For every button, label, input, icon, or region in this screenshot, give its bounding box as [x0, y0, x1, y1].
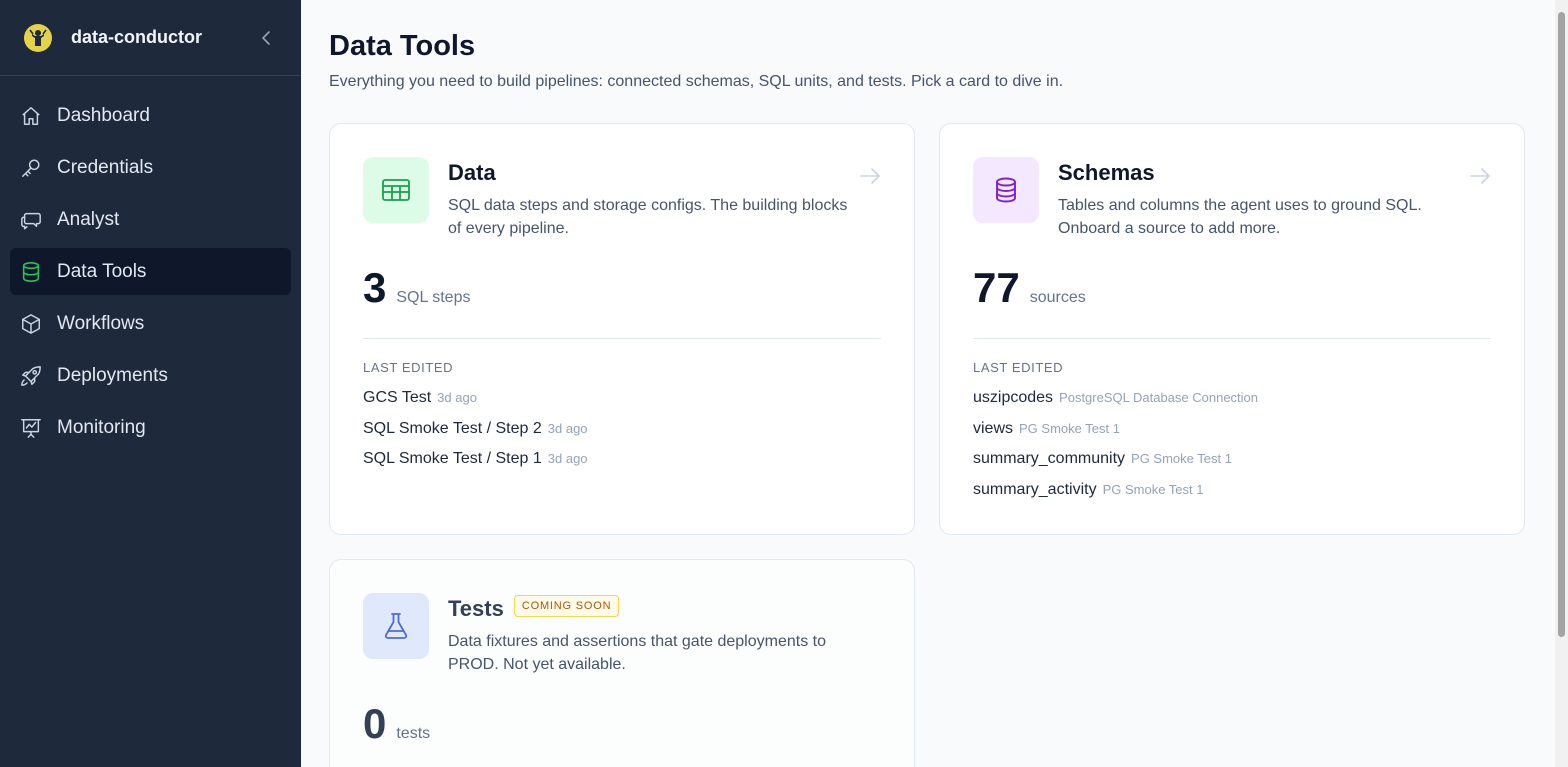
- sidebar-item-label: Deployments: [57, 364, 168, 386]
- recent-item-meta: PG Smoke Test 1: [1019, 420, 1120, 436]
- sidebar-item-data-tools[interactable]: Data Tools: [10, 248, 291, 295]
- card-description: SQL data steps and storage configs. The …: [448, 197, 848, 237]
- last-edited-label: LAST EDITED: [363, 360, 454, 375]
- sidebar-item-monitoring[interactable]: Monitoring: [10, 404, 291, 451]
- recent-item-meta: PG Smoke Test 1: [1131, 451, 1232, 466]
- database-icon: [973, 157, 1039, 223]
- vertical-scrollbar[interactable]: [1555, 0, 1568, 767]
- recent-item-name[interactable]: uszipcodes: [973, 389, 1053, 407]
- recent-item-name[interactable]: SQL Smoke Test / Step 1: [363, 450, 542, 468]
- open-schemas-button[interactable]: [1468, 164, 1492, 188]
- data-card[interactable]: Data SQL data steps and storage configs.…: [329, 123, 915, 535]
- sidebar: data-conductor Dashboard Credentials Ana…: [0, 0, 301, 767]
- stat: 0 tests: [363, 700, 430, 748]
- list-item[interactable]: GCS Test 3d ago: [363, 389, 588, 420]
- list-item[interactable]: SQL Smoke Test / Step 1 3d ago: [363, 450, 588, 481]
- card-title: Schemas: [1058, 160, 1155, 185]
- sidebar-item-dashboard[interactable]: Dashboard: [10, 92, 291, 139]
- arrow-right-icon: [860, 168, 880, 184]
- list-item[interactable]: summary_activity PG Smoke Test 1: [973, 481, 1258, 512]
- tests-title-row: Tests COMING SOON: [448, 595, 620, 622]
- app-name: data-conductor: [71, 27, 203, 47]
- recent-item-name[interactable]: views: [973, 420, 1013, 438]
- page-subtitle: Everything you need to build pipelines: …: [329, 73, 1064, 90]
- sidebar-nav: Dashboard Credentials Analyst Data Tools…: [0, 76, 301, 451]
- sidebar-item-label: Credentials: [57, 156, 154, 178]
- flask-icon: [363, 593, 429, 659]
- list-item[interactable]: SQL Smoke Test / Step 2 3d ago: [363, 420, 588, 451]
- divider: [973, 338, 1491, 339]
- scrollbar-thumb[interactable]: [1558, 12, 1565, 637]
- card-description: Data fixtures and assertions that gate d…: [448, 633, 826, 673]
- app-logo-icon[interactable]: [24, 23, 52, 52]
- recent-item-meta: PG Smoke Test 1: [1102, 481, 1204, 497]
- stat: 77 sources: [973, 264, 1086, 312]
- chart-board-icon: [19, 416, 43, 440]
- brand-header: data-conductor: [0, 0, 301, 76]
- list-item[interactable]: summary_community PG Smoke Test 1: [973, 450, 1258, 481]
- sidebar-item-label: Dashboard: [57, 104, 150, 126]
- page-title: Data Tools: [329, 30, 476, 62]
- stat-unit: tests: [396, 725, 431, 742]
- chevron-left-icon: [262, 31, 270, 45]
- rocket-icon: [19, 364, 43, 388]
- recent-list: uszipcodes PostgreSQL Database Connectio…: [973, 389, 1258, 511]
- sidebar-item-deployments[interactable]: Deployments: [10, 352, 291, 399]
- card-description: Tables and columns the agent uses to gro…: [1058, 197, 1422, 237]
- stat-count: 77: [973, 264, 1020, 311]
- recent-item-meta: 3d ago: [547, 451, 588, 466]
- arrow-right-icon: [1470, 168, 1490, 184]
- recent-item-meta: 3d ago: [437, 390, 477, 405]
- sidebar-item-label: Data Tools: [57, 260, 147, 282]
- table-icon: [363, 157, 429, 223]
- list-item[interactable]: views PG Smoke Test 1: [973, 420, 1258, 451]
- sidebar-item-credentials[interactable]: Credentials: [10, 144, 291, 191]
- tests-card: Tests COMING SOON Data fixtures and asse…: [329, 559, 915, 767]
- stat: 3 SQL steps: [363, 264, 470, 312]
- coming-soon-badge: COMING SOON: [513, 595, 620, 617]
- card-title: Data: [448, 160, 496, 185]
- recent-item-meta: PostgreSQL Database Connection: [1059, 390, 1259, 405]
- database-icon: [19, 260, 43, 284]
- recent-item-name[interactable]: summary_community: [973, 450, 1125, 468]
- schemas-card[interactable]: Schemas Tables and columns the agent use…: [939, 123, 1525, 535]
- recent-item-name[interactable]: SQL Smoke Test / Step 2: [363, 420, 542, 438]
- main-content: Data Tools Everything you need to build …: [301, 0, 1555, 767]
- cube-icon: [19, 312, 43, 336]
- card-title: Tests: [448, 596, 504, 621]
- stat-count: 3: [363, 264, 387, 311]
- recent-item-name[interactable]: GCS Test: [363, 389, 431, 407]
- recent-item-meta: 3d ago: [547, 420, 588, 436]
- sidebar-item-analyst[interactable]: Analyst: [10, 196, 291, 243]
- collapse-sidebar-button[interactable]: [255, 26, 279, 50]
- open-data-button[interactable]: [858, 164, 882, 188]
- stat-unit: SQL steps: [396, 289, 471, 306]
- sidebar-item-label: Monitoring: [57, 416, 146, 438]
- recent-list: GCS Test 3d ago SQL Smoke Test / Step 2 …: [363, 389, 588, 481]
- list-item[interactable]: uszipcodes PostgreSQL Database Connectio…: [973, 389, 1258, 420]
- stat-unit: sources: [1029, 289, 1086, 306]
- chat-icon: [19, 208, 43, 232]
- key-icon: [19, 156, 43, 180]
- sidebar-item-label: Workflows: [57, 312, 145, 334]
- home-icon: [19, 104, 43, 128]
- recent-item-name[interactable]: summary_activity: [973, 481, 1097, 499]
- stat-count: 0: [363, 700, 387, 747]
- last-edited-label: LAST EDITED: [973, 360, 1064, 375]
- divider: [363, 338, 881, 339]
- sidebar-item-workflows[interactable]: Workflows: [10, 300, 291, 347]
- sidebar-item-label: Analyst: [57, 208, 120, 230]
